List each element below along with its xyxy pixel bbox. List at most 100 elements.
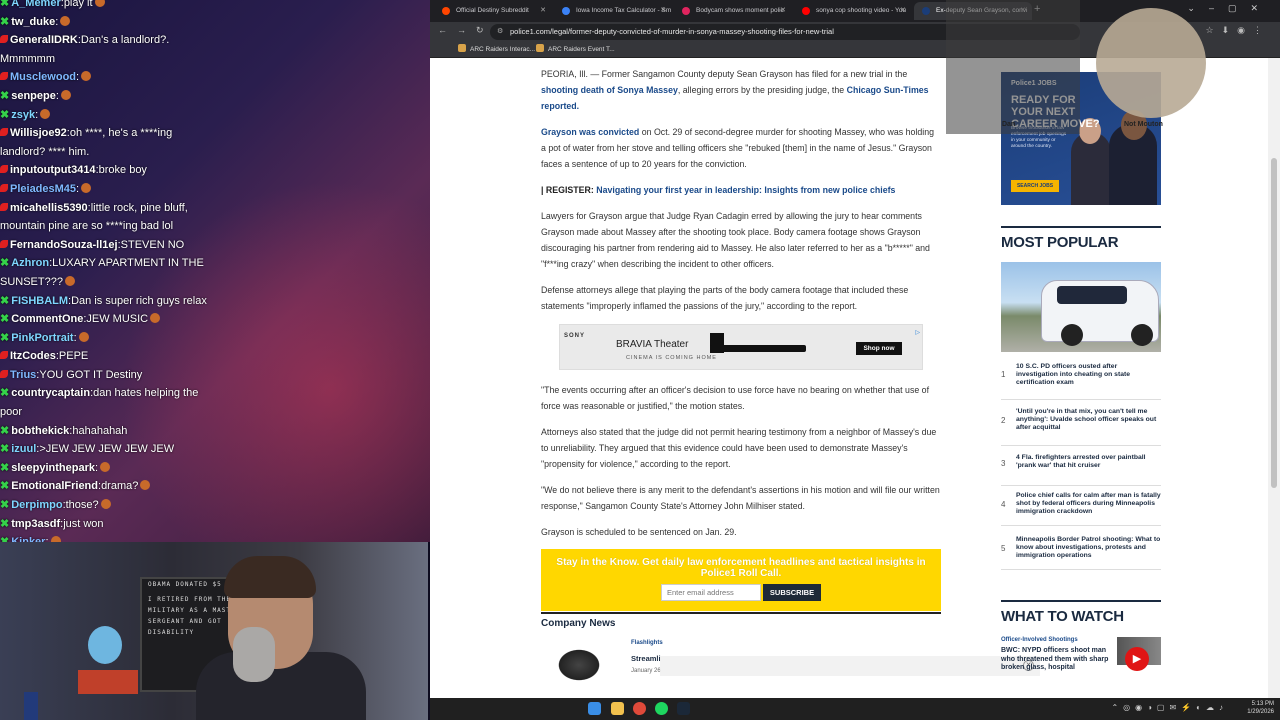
adchoices-icon[interactable]: ▷: [915, 325, 920, 341]
link[interactable]: shooting death of Sonya Massey: [541, 85, 678, 95]
chat-text: those?: [65, 499, 99, 512]
green-badge-icon: ✖: [0, 443, 10, 456]
company-news-date: January 26: [631, 668, 661, 674]
text: PEORIA, Ill. — Former Sangamon County de…: [541, 69, 908, 79]
chat-colon: :: [73, 331, 77, 344]
chat-username[interactable]: Musclewood: [10, 71, 76, 83]
navigation-buttons[interactable]: ←→↻: [438, 25, 494, 36]
tab-title: Official Destiny Subreddit: [456, 7, 529, 14]
popular-item[interactable]: 2 'Until you're in that mix, you can't te…: [1001, 404, 1161, 446]
chat-username[interactable]: senpepe: [11, 90, 56, 102]
chat-username[interactable]: FernandoSouza-ll1ej: [10, 239, 118, 251]
chat-text: play it: [63, 0, 93, 9]
file-explorer-icon[interactable]: [611, 702, 624, 715]
close-icon[interactable]: ✕: [1020, 2, 1026, 20]
chat-username[interactable]: FISHBALM: [11, 295, 68, 307]
close-icon[interactable]: ✕: [780, 2, 786, 20]
chrome-icon[interactable]: [633, 702, 646, 715]
site-info-icon[interactable]: ⚙: [497, 24, 503, 40]
chat-username[interactable]: PleiadesM45: [10, 183, 76, 195]
url-field[interactable]: ⚙ police1.com/legal/former-deputy-convict…: [490, 24, 1080, 40]
chat-username[interactable]: CommentOne: [11, 313, 83, 325]
chat-username[interactable]: inputoutput3414: [10, 164, 96, 176]
chat-text: STEVEN NO: [120, 238, 185, 251]
police-cruiser-image[interactable]: [1001, 262, 1161, 352]
play-icon[interactable]: ▶: [1125, 647, 1149, 671]
shop-now-button[interactable]: Shop now: [856, 342, 902, 355]
popular-item-title[interactable]: Minneapolis Border Patrol shooting: What…: [1016, 536, 1161, 561]
chat-username[interactable]: bobthekick: [11, 425, 69, 437]
popular-item[interactable]: 4 Police chief calls for calm after man i…: [1001, 488, 1161, 526]
close-icon[interactable]: ✕: [660, 2, 666, 20]
chat-message: ✖ EmotionalFriend:drama?: [0, 477, 215, 496]
chat-username[interactable]: zsyk: [11, 109, 35, 121]
popular-item-title[interactable]: Police chief calls for calm after man is…: [1016, 492, 1161, 517]
chat-username[interactable]: Derpimpo: [11, 499, 62, 511]
chat-username[interactable]: Azhron: [11, 257, 49, 269]
start-icon[interactable]: [588, 702, 601, 715]
chat-username[interactable]: micahellis5390: [10, 202, 88, 214]
newsletter-title: Stay in the Know. Get daily law enforcem…: [556, 557, 926, 579]
new-tab-plus-icon[interactable]: +: [1034, 3, 1040, 15]
tab-title: Ex-deputy Sean Grayson, convi: [936, 7, 1028, 14]
chat-username[interactable]: EmotionalFriend: [11, 480, 98, 492]
chat-username[interactable]: izuul: [11, 443, 36, 455]
chat-username[interactable]: countrycaptain: [11, 387, 90, 399]
jobs-advertisement[interactable]: Police1 JOBS READY FOR YOUR NEXT CAREER …: [1001, 72, 1161, 205]
cruiser-window: [1057, 286, 1127, 304]
chat-message: micahellis5390:little rock, pine bluff, …: [0, 199, 215, 236]
chat-username[interactable]: sleepyinthepark: [11, 462, 95, 474]
watch-category[interactable]: Officer-Involved Shootings: [1001, 637, 1078, 643]
chat-username[interactable]: PinkPortrait: [11, 332, 73, 344]
text: , alleging errors by the presiding judge…: [677, 85, 847, 95]
chat-username[interactable]: tmp3asdf: [11, 518, 60, 530]
chat-text: >JEW JEW JEW JEW JEW: [39, 443, 175, 456]
red-badge-icon: [0, 165, 8, 174]
page-scrollbar[interactable]: [1268, 58, 1280, 698]
system-tray-icons[interactable]: ⌃◎◉◑▢✉⚡◐☁♪: [1111, 703, 1228, 712]
extension-icons[interactable]: ☆⬇◉⋮: [1206, 25, 1270, 36]
window-controls[interactable]: ⌄–▢✕: [1187, 3, 1272, 14]
company-news-category[interactable]: Flashlights: [631, 640, 663, 646]
popular-item-title[interactable]: 'Until you're in that mix, you can't tel…: [1016, 408, 1161, 433]
sony-advertisement[interactable]: SONY BRAVIA Theater CINEMA IS COMING HOM…: [559, 324, 923, 370]
chat-colon: :: [76, 71, 80, 84]
watch-title[interactable]: BWC: NYPD officers shoot man who threate…: [1001, 647, 1111, 673]
clock-date: 1/29/2026: [1247, 708, 1274, 715]
popular-item[interactable]: 3 4 Fla. firefighters arrested over paint…: [1001, 450, 1161, 486]
popular-item-title[interactable]: 10 S.C. PD officers ousted after investi…: [1016, 363, 1161, 388]
popular-item-title[interactable]: 4 Fla. firefighters arrested over paintb…: [1016, 454, 1161, 470]
close-icon[interactable]: ✕: [900, 2, 906, 20]
register-link[interactable]: Navigating your first year in leadership…: [596, 185, 895, 195]
chat-username[interactable]: Willisjoe92: [10, 127, 67, 139]
ad-tagline: CINEMA IS COMING HOME: [626, 355, 717, 361]
bookmark-item[interactable]: ARC Raiders Event T...: [536, 44, 615, 56]
subscribe-button[interactable]: SUBSCRIBE: [763, 584, 821, 601]
chat-username[interactable]: tw_duke: [11, 16, 55, 28]
chat-message: GeneralIDRK:Dan's a landlord?. Mmmmmm: [0, 31, 215, 68]
browser-tab-active[interactable]: Ex-deputy Sean Grayson, convi ✕: [914, 2, 1032, 20]
search-jobs-button[interactable]: SEARCH JOBS: [1011, 180, 1059, 192]
popular-item[interactable]: 1 10 S.C. PD officers ousted after invest…: [1001, 360, 1161, 400]
chat-text: Dan is super rich guys relax: [71, 294, 207, 307]
company-news-title[interactable]: Streamli: [631, 654, 661, 663]
spotify-icon[interactable]: [655, 702, 668, 715]
scrollbar-thumb[interactable]: [1271, 158, 1277, 488]
chat-username[interactable]: A_Memer: [11, 0, 61, 9]
chat-username[interactable]: ItzCodes: [10, 350, 56, 362]
chat-username[interactable]: GeneralIDRK: [10, 34, 78, 46]
flashlight-image[interactable]: [551, 644, 607, 686]
close-icon[interactable]: ✕: [540, 2, 546, 20]
green-badge-icon: ✖: [0, 533, 9, 542]
email-input[interactable]: Enter email address: [661, 584, 761, 601]
clock[interactable]: 5:13 PM 1/29/2026: [1247, 701, 1274, 716]
popular-item[interactable]: 5 Minneapolis Border Patrol shooting: Wha…: [1001, 532, 1161, 570]
bookmark-item[interactable]: ARC Raiders Interac...: [458, 44, 535, 56]
link[interactable]: Grayson was convicted: [541, 127, 639, 137]
chat-username[interactable]: Trius: [10, 369, 36, 381]
browser-tab[interactable]: Bodycam shows moment polic ✕: [674, 2, 792, 20]
browser-tab[interactable]: Iowa Income Tax Calculator - Sm ✕: [554, 2, 672, 20]
steam-icon[interactable]: [677, 702, 690, 715]
browser-tab[interactable]: Official Destiny Subreddit ✕: [434, 2, 552, 20]
browser-tab[interactable]: sonya cop shooting video - You ✕: [794, 2, 912, 20]
